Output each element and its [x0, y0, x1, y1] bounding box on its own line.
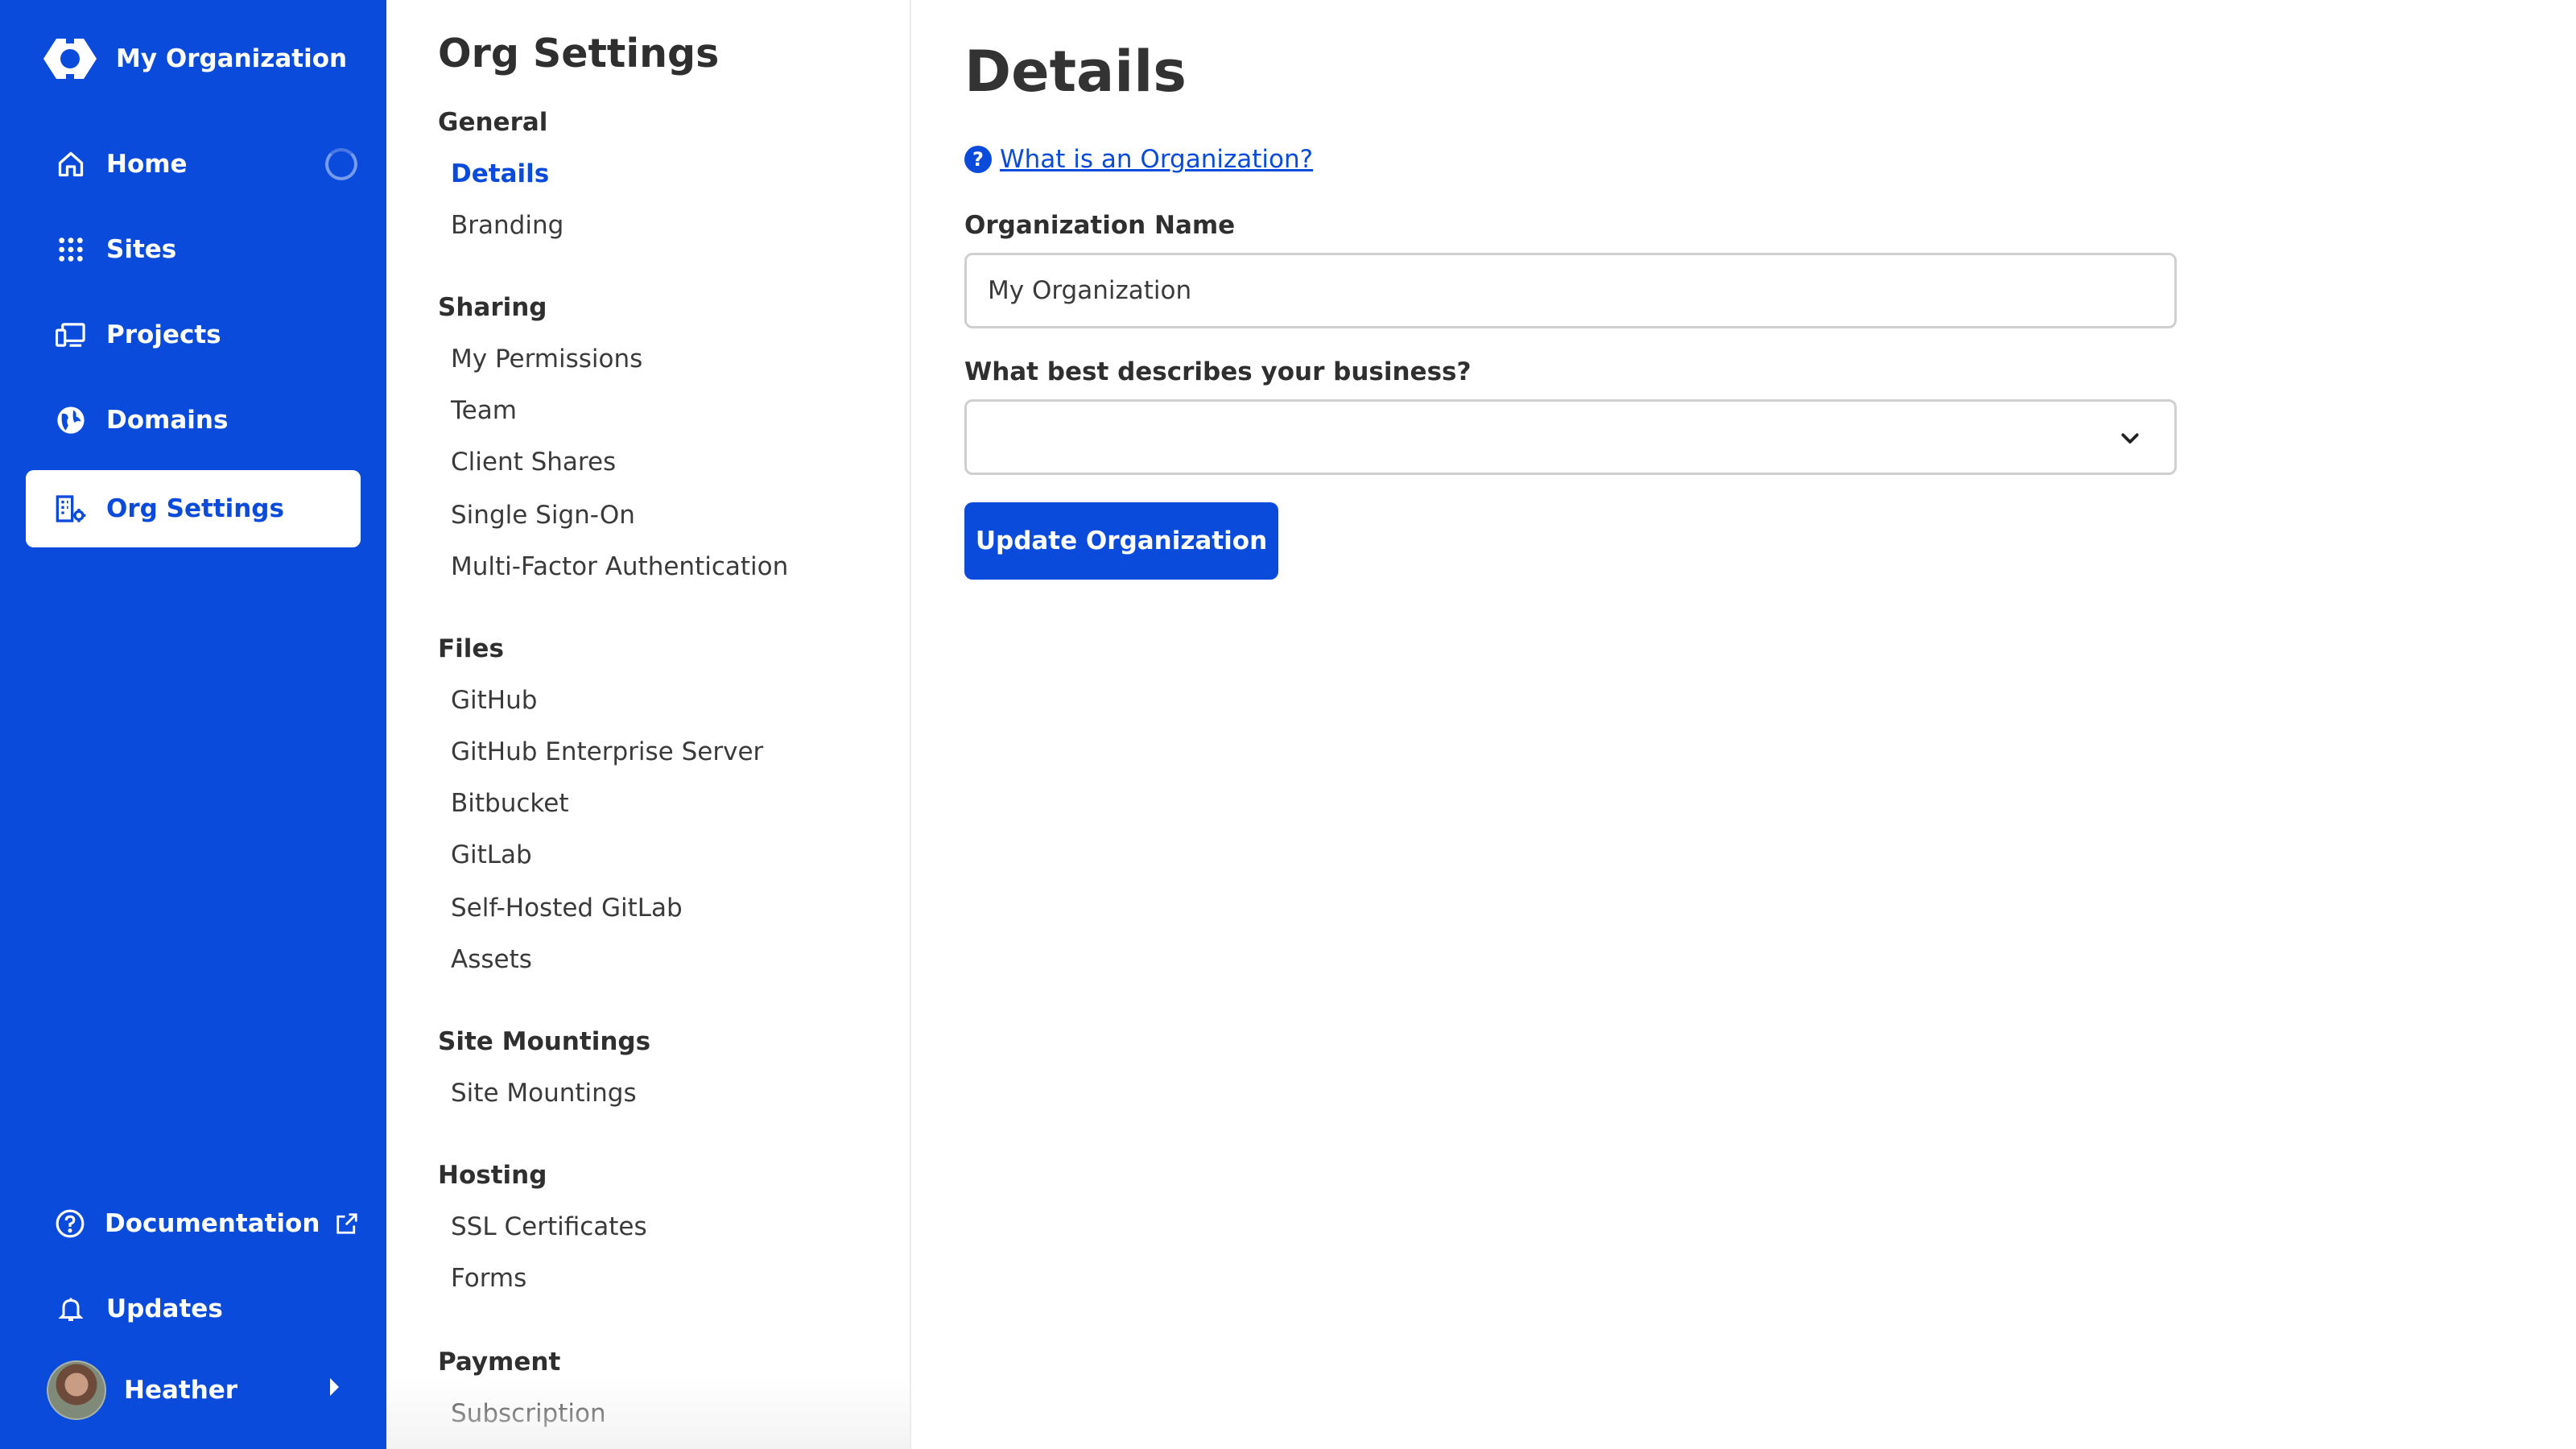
help-link[interactable]: ? What is an Organization?: [964, 145, 1313, 174]
sidebar-item-label: Documentation: [105, 1209, 320, 1238]
sidebar-item-sites[interactable]: Sites: [26, 211, 361, 288]
sidebar-item-org-settings[interactable]: Org Settings: [26, 470, 361, 547]
sidebar-item-updates[interactable]: Updates: [26, 1270, 361, 1348]
sidebar-item-label: Sites: [106, 235, 177, 264]
section-heading-hosting: Hosting: [438, 1161, 547, 1190]
subnav-item-gitlab[interactable]: GitLab: [451, 840, 532, 869]
building-gear-icon: [55, 493, 87, 525]
chevron-right-icon: [330, 1378, 339, 1396]
page-title: Details: [964, 39, 1187, 105]
subnav-item-client-shares[interactable]: Client Shares: [451, 448, 616, 477]
subnav-item-site-mountings[interactable]: Site Mountings: [451, 1079, 637, 1108]
subnav-item-ssl-certificates[interactable]: SSL Certificates: [451, 1212, 647, 1241]
loading-spinner-icon: [325, 148, 357, 180]
business-type-label: What best describes your business?: [964, 357, 1472, 386]
subnav-item-subscription[interactable]: Subscription: [451, 1399, 606, 1428]
grid-icon: [55, 233, 87, 266]
subnav-title: Org Settings: [438, 31, 720, 76]
app-root: My Organization Home Sites Projects Doma…: [0, 0, 2576, 1449]
subnav-item-bitbucket[interactable]: Bitbucket: [451, 789, 568, 818]
sidebar-item-label: Org Settings: [106, 494, 284, 523]
subnav-item-branding[interactable]: Branding: [451, 211, 564, 240]
avatar: [47, 1360, 106, 1420]
sidebar-item-domains[interactable]: Domains: [26, 382, 361, 459]
help-circle-icon: [55, 1208, 85, 1240]
org-name-label: Organization Name: [964, 211, 1236, 240]
subnav-item-details[interactable]: Details: [451, 159, 549, 188]
subnav-item-assets[interactable]: Assets: [451, 945, 532, 974]
sidebar-item-label: Home: [106, 150, 188, 179]
question-icon: ?: [964, 146, 992, 173]
external-link-icon: [332, 1208, 361, 1240]
user-menu[interactable]: Heather: [47, 1360, 353, 1420]
sidebar-item-label: Updates: [106, 1294, 223, 1323]
home-icon: [55, 148, 87, 180]
help-link-text[interactable]: What is an Organization?: [1000, 145, 1313, 174]
settings-subnav: Org Settings General Details Branding Sh…: [386, 0, 911, 1449]
subnav-item-github[interactable]: GitHub: [451, 686, 537, 715]
globe-icon: [55, 404, 87, 436]
business-type-select[interactable]: [964, 399, 2177, 475]
subnav-item-single-sign-on[interactable]: Single Sign-On: [451, 501, 635, 530]
section-heading-site-mountings: Site Mountings: [438, 1027, 651, 1056]
section-heading-payment: Payment: [438, 1348, 561, 1377]
section-heading-sharing: Sharing: [438, 293, 547, 322]
org-name-input[interactable]: [964, 253, 2177, 328]
subnav-item-self-hosted-gitlab[interactable]: Self-Hosted GitLab: [451, 894, 683, 923]
chevron-down-icon: [2121, 433, 2139, 444]
sidebar-item-label: Domains: [106, 406, 229, 435]
sidebar-item-projects[interactable]: Projects: [26, 296, 361, 374]
user-name: Heather: [124, 1376, 238, 1405]
org-logo-icon: [43, 35, 97, 82]
org-name: My Organization: [116, 44, 348, 73]
subnav-item-team[interactable]: Team: [451, 396, 517, 425]
details-panel: Details ? What is an Organization? Organ…: [911, 0, 2576, 1449]
devices-icon: [55, 319, 87, 351]
sidebar-item-label: Projects: [106, 320, 221, 349]
subnav-item-mfa[interactable]: Multi-Factor Authentication: [451, 552, 788, 581]
subnav-item-github-enterprise[interactable]: GitHub Enterprise Server: [451, 737, 763, 766]
main-sidebar: My Organization Home Sites Projects Doma…: [0, 0, 386, 1449]
org-switcher[interactable]: My Organization: [42, 35, 347, 82]
subnav-item-forms[interactable]: Forms: [451, 1264, 526, 1293]
sidebar-item-home[interactable]: Home: [26, 126, 361, 203]
section-heading-files: Files: [438, 634, 504, 663]
subnav-item-my-permissions[interactable]: My Permissions: [451, 345, 642, 374]
update-organization-button[interactable]: Update Organization: [964, 502, 1278, 580]
sidebar-item-documentation[interactable]: Documentation: [26, 1185, 361, 1262]
section-heading-general: General: [438, 108, 548, 137]
bell-icon: [55, 1293, 87, 1325]
